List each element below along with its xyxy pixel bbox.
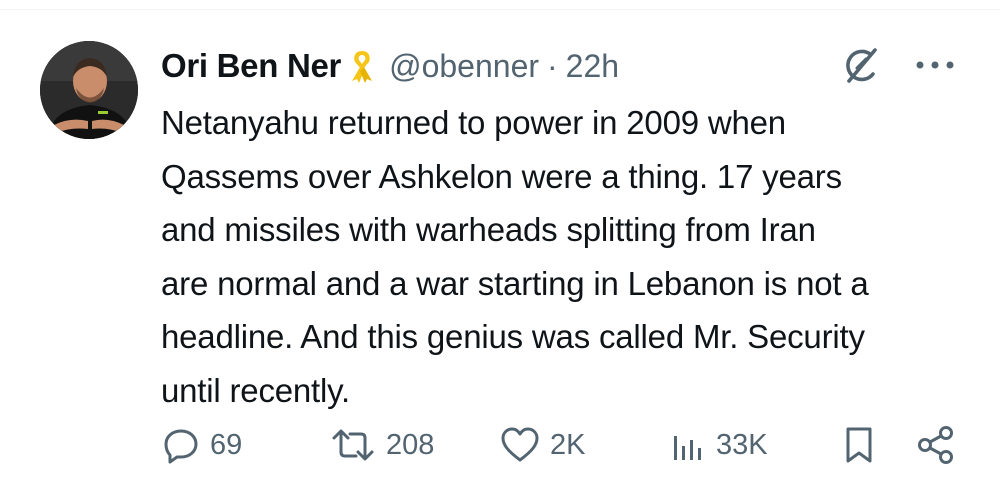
- share-icon: [918, 426, 953, 464]
- grok-icon[interactable]: [842, 45, 882, 85]
- heart-icon: [501, 427, 539, 462]
- tweet-text-line: until recently.: [161, 371, 350, 409]
- tweet-timestamp[interactable]: 22h: [566, 48, 619, 85]
- author-display-name[interactable]: Ori Ben Ner: [161, 47, 341, 85]
- like-button[interactable]: 2K: [500, 420, 585, 470]
- repost-icon: [332, 429, 374, 461]
- author-handle[interactable]: @obenner: [389, 48, 539, 85]
- tweet-text-line: are normal and a war starting in Lebanon…: [161, 264, 869, 302]
- action-bar: 69 208 2K 33K: [0, 420, 1000, 470]
- yellow-ribbon-icon: [349, 49, 375, 83]
- like-count: 2K: [550, 428, 586, 461]
- bookmark-icon: [846, 427, 872, 463]
- header-separator: ·: [547, 47, 558, 84]
- views-icon: [674, 436, 701, 460]
- tweet-text: Netanyahu returned to power in 2009 when…: [161, 96, 961, 418]
- reply-count: 69: [210, 428, 243, 461]
- repost-count: 208: [386, 428, 435, 461]
- bookmark-button[interactable]: [842, 420, 876, 470]
- tweet-text-line: headline. And this genius was called Mr.…: [161, 318, 865, 356]
- views-button[interactable]: 33K: [670, 420, 768, 470]
- top-divider: [0, 9, 1000, 10]
- tweet-header: Ori Ben Ner @obenner · 22h: [161, 42, 619, 90]
- avatar-image: [40, 41, 138, 139]
- reply-button[interactable]: 69: [162, 420, 242, 470]
- more-options-icon[interactable]: [912, 55, 958, 75]
- avatar[interactable]: [40, 41, 138, 139]
- repost-button[interactable]: 208: [330, 420, 434, 470]
- tweet-text-line: Qassems over Ashkelon were a thing. 17 y…: [161, 157, 842, 195]
- reply-icon: [164, 429, 198, 464]
- tweet-text-line: Netanyahu returned to power in 2009 when: [161, 104, 786, 141]
- views-count: 33K: [716, 428, 768, 461]
- share-button[interactable]: [916, 420, 956, 470]
- tweet-text-line: and missiles with warheads splitting fro…: [161, 211, 816, 249]
